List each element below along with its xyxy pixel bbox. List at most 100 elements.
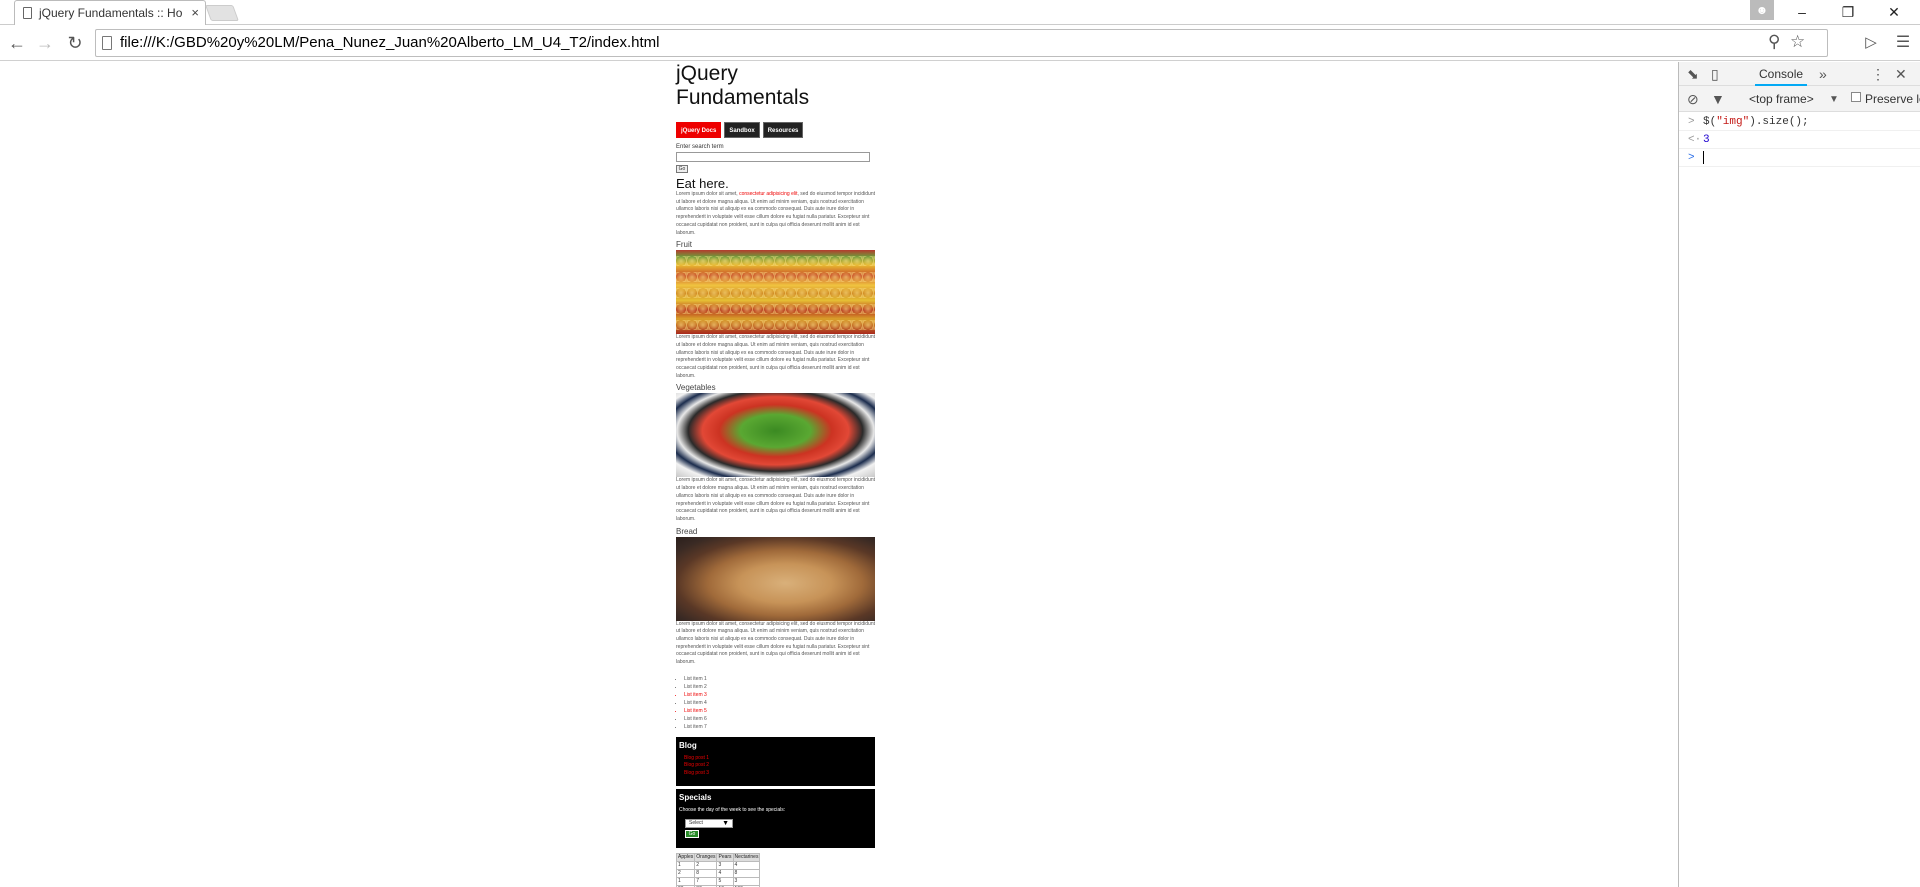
filter-icon[interactable]: ▼: [1711, 89, 1725, 109]
table-header: Oranges: [694, 852, 718, 862]
blog-post-link[interactable]: Blog post 3: [684, 770, 872, 778]
search-label: Enter search term: [676, 144, 724, 150]
intro-text-2: , sed do eiusmod tempor incididunt ut la…: [676, 191, 876, 236]
table-row: 1 7 5 3: [675, 876, 761, 886]
vegetables-image: [676, 393, 875, 478]
inspect-element-icon[interactable]: ⬊: [1687, 64, 1699, 84]
blog-post-link[interactable]: Blog post 1: [684, 755, 872, 763]
page-content: jQuery Fundamentals jQuery Docs Sandbox …: [675, 62, 876, 887]
specials-heading: Specials: [679, 792, 712, 802]
list-item: List item 4: [684, 699, 876, 707]
console-prompt[interactable]: >: [1679, 149, 1920, 167]
table-cell: 7: [694, 876, 718, 886]
site-title: jQuery Fundamentals: [676, 62, 810, 109]
new-tab-button[interactable]: [205, 5, 239, 21]
table-cell: 2: [675, 868, 696, 878]
menu-sandbox[interactable]: Sandbox: [724, 122, 760, 138]
specials-go-button[interactable]: Go: [685, 829, 699, 838]
menu-icon[interactable]: ☰: [1890, 30, 1916, 56]
close-window-button[interactable]: ✕: [1874, 0, 1914, 24]
blog-box: Blog Blog post 1 Blog post 2 Blog post 3: [676, 736, 875, 786]
list-item: List item 5: [684, 707, 876, 715]
forward-arrow-icon[interactable]: →: [32, 30, 58, 56]
table-cell: 8: [732, 868, 761, 878]
address-bar[interactable]: ⚲ ☆: [95, 29, 1828, 57]
prompt-icon: >: [1688, 152, 1695, 164]
console-command: > $("img").size();: [1679, 113, 1920, 131]
extension-play-icon[interactable]: ▷: [1858, 30, 1884, 56]
menu-jquery-docs[interactable]: jQuery Docs: [676, 122, 722, 138]
browser-toolbar: ← → ↻ ⚲ ☆ ▷ ☰: [0, 26, 1920, 61]
back-arrow-icon[interactable]: ←: [4, 30, 30, 56]
devtools-panel: ⬊ ▯ Console » ⋮ ✕ ⊘ ▼ <top frame> ▼ Pres…: [1678, 62, 1920, 887]
table-row: 2 8 4 8: [675, 868, 761, 878]
intro-paragraph: Lorem ipsum dolor sit amet, consectetur …: [676, 191, 876, 237]
page-viewport: jQuery Fundamentals jQuery Docs Sandbox …: [0, 62, 1678, 887]
list-item: List item 2: [684, 683, 876, 691]
vegetables-paragraph: Lorem ipsum dolor sit amet, consectetur …: [676, 477, 875, 522]
tab-title: jQuery Fundamentals :: Ho: [39, 6, 183, 20]
table-row: 1 2 3 4: [675, 860, 761, 870]
devtools-menu-icon[interactable]: ⋮: [1871, 64, 1885, 84]
reload-icon[interactable]: ↻: [62, 30, 88, 56]
day-select[interactable]: Select ▼: [685, 818, 733, 828]
section-label-bread: Bread: [676, 526, 698, 536]
fruit-image: [676, 250, 875, 335]
search-input[interactable]: [676, 152, 870, 162]
table-header: Apples: [675, 852, 696, 862]
blog-list: Blog post 1 Blog post 2 Blog post 3: [684, 755, 872, 778]
result-value: 3: [1703, 134, 1710, 146]
search-icon[interactable]: ⚲: [1768, 32, 1780, 52]
table-cell: 1: [675, 860, 696, 870]
table-cell: 4: [716, 868, 734, 878]
command-string: "img": [1716, 116, 1750, 128]
bread-paragraph: Lorem ipsum dolor sit amet, consectetur …: [676, 620, 875, 666]
page-info-icon[interactable]: [102, 36, 112, 50]
table-cell: 3: [716, 860, 734, 870]
tab-close-icon[interactable]: ×: [191, 1, 199, 25]
command-suffix: ).size();: [1749, 116, 1809, 128]
section-label-fruit: Fruit: [676, 240, 692, 250]
text-caret: [1703, 150, 1704, 164]
restore-button[interactable]: ❐: [1828, 0, 1868, 24]
preserve-log-checkbox[interactable]: [1851, 92, 1861, 102]
url-input[interactable]: [120, 30, 1740, 56]
table-cell: 4: [732, 860, 761, 870]
table-header: Pears: [716, 852, 734, 862]
blog-heading: Blog: [679, 740, 697, 750]
fruit-paragraph: Lorem ipsum dolor sit amet, consectetur …: [676, 334, 875, 379]
console-output[interactable]: > $("img").size(); <· 3 >: [1679, 113, 1920, 167]
table-header-row: Apples Oranges Pears Nectarines: [675, 852, 761, 862]
list-item: List item 6: [684, 715, 876, 723]
table-cell: 2: [694, 860, 718, 870]
clear-console-icon[interactable]: ⊘: [1687, 89, 1699, 109]
menu-resources[interactable]: Resources: [762, 122, 804, 138]
list-item: List item 1: [684, 675, 876, 683]
bookmark-star-icon[interactable]: ☆: [1790, 32, 1805, 52]
search-button[interactable]: Go: [676, 165, 688, 173]
more-tabs-icon[interactable]: »: [1819, 64, 1827, 84]
browser-tab[interactable]: jQuery Fundamentals :: Ho ×: [14, 0, 206, 25]
blog-post-link[interactable]: Blog post 2: [684, 762, 872, 770]
profile-icon[interactable]: ☻: [1750, 0, 1774, 20]
eat-heading: Eat here.: [676, 176, 729, 191]
table-cell: 3: [732, 876, 761, 886]
device-toolbar-icon[interactable]: ▯: [1711, 64, 1719, 84]
search-form: Enter search term Go: [676, 143, 876, 173]
minimize-button[interactable]: –: [1782, 0, 1822, 24]
list-item: List item 7: [684, 723, 876, 731]
frame-select[interactable]: <top frame>: [1749, 86, 1814, 112]
tab-console[interactable]: Console: [1755, 62, 1808, 86]
devtools-tabbar: ⬊ ▯ Console » ⋮ ✕: [1679, 62, 1920, 86]
day-select-value: Select: [689, 819, 703, 826]
table-cell: 5: [716, 876, 734, 886]
intro-text-1: Lorem ipsum dolor sit amet,: [676, 191, 740, 197]
close-icon[interactable]: ✕: [1895, 64, 1907, 84]
specials-text: Choose the day of the week to see the sp…: [679, 806, 786, 813]
prompt-icon: >: [1688, 116, 1695, 128]
table-header: Nectarines: [732, 852, 761, 862]
dropdown-arrow-icon: ▼: [722, 819, 729, 827]
chevron-down-icon[interactable]: ▼: [1829, 90, 1839, 110]
table-cell: 1: [675, 876, 696, 886]
table-cell: 8: [694, 868, 718, 878]
